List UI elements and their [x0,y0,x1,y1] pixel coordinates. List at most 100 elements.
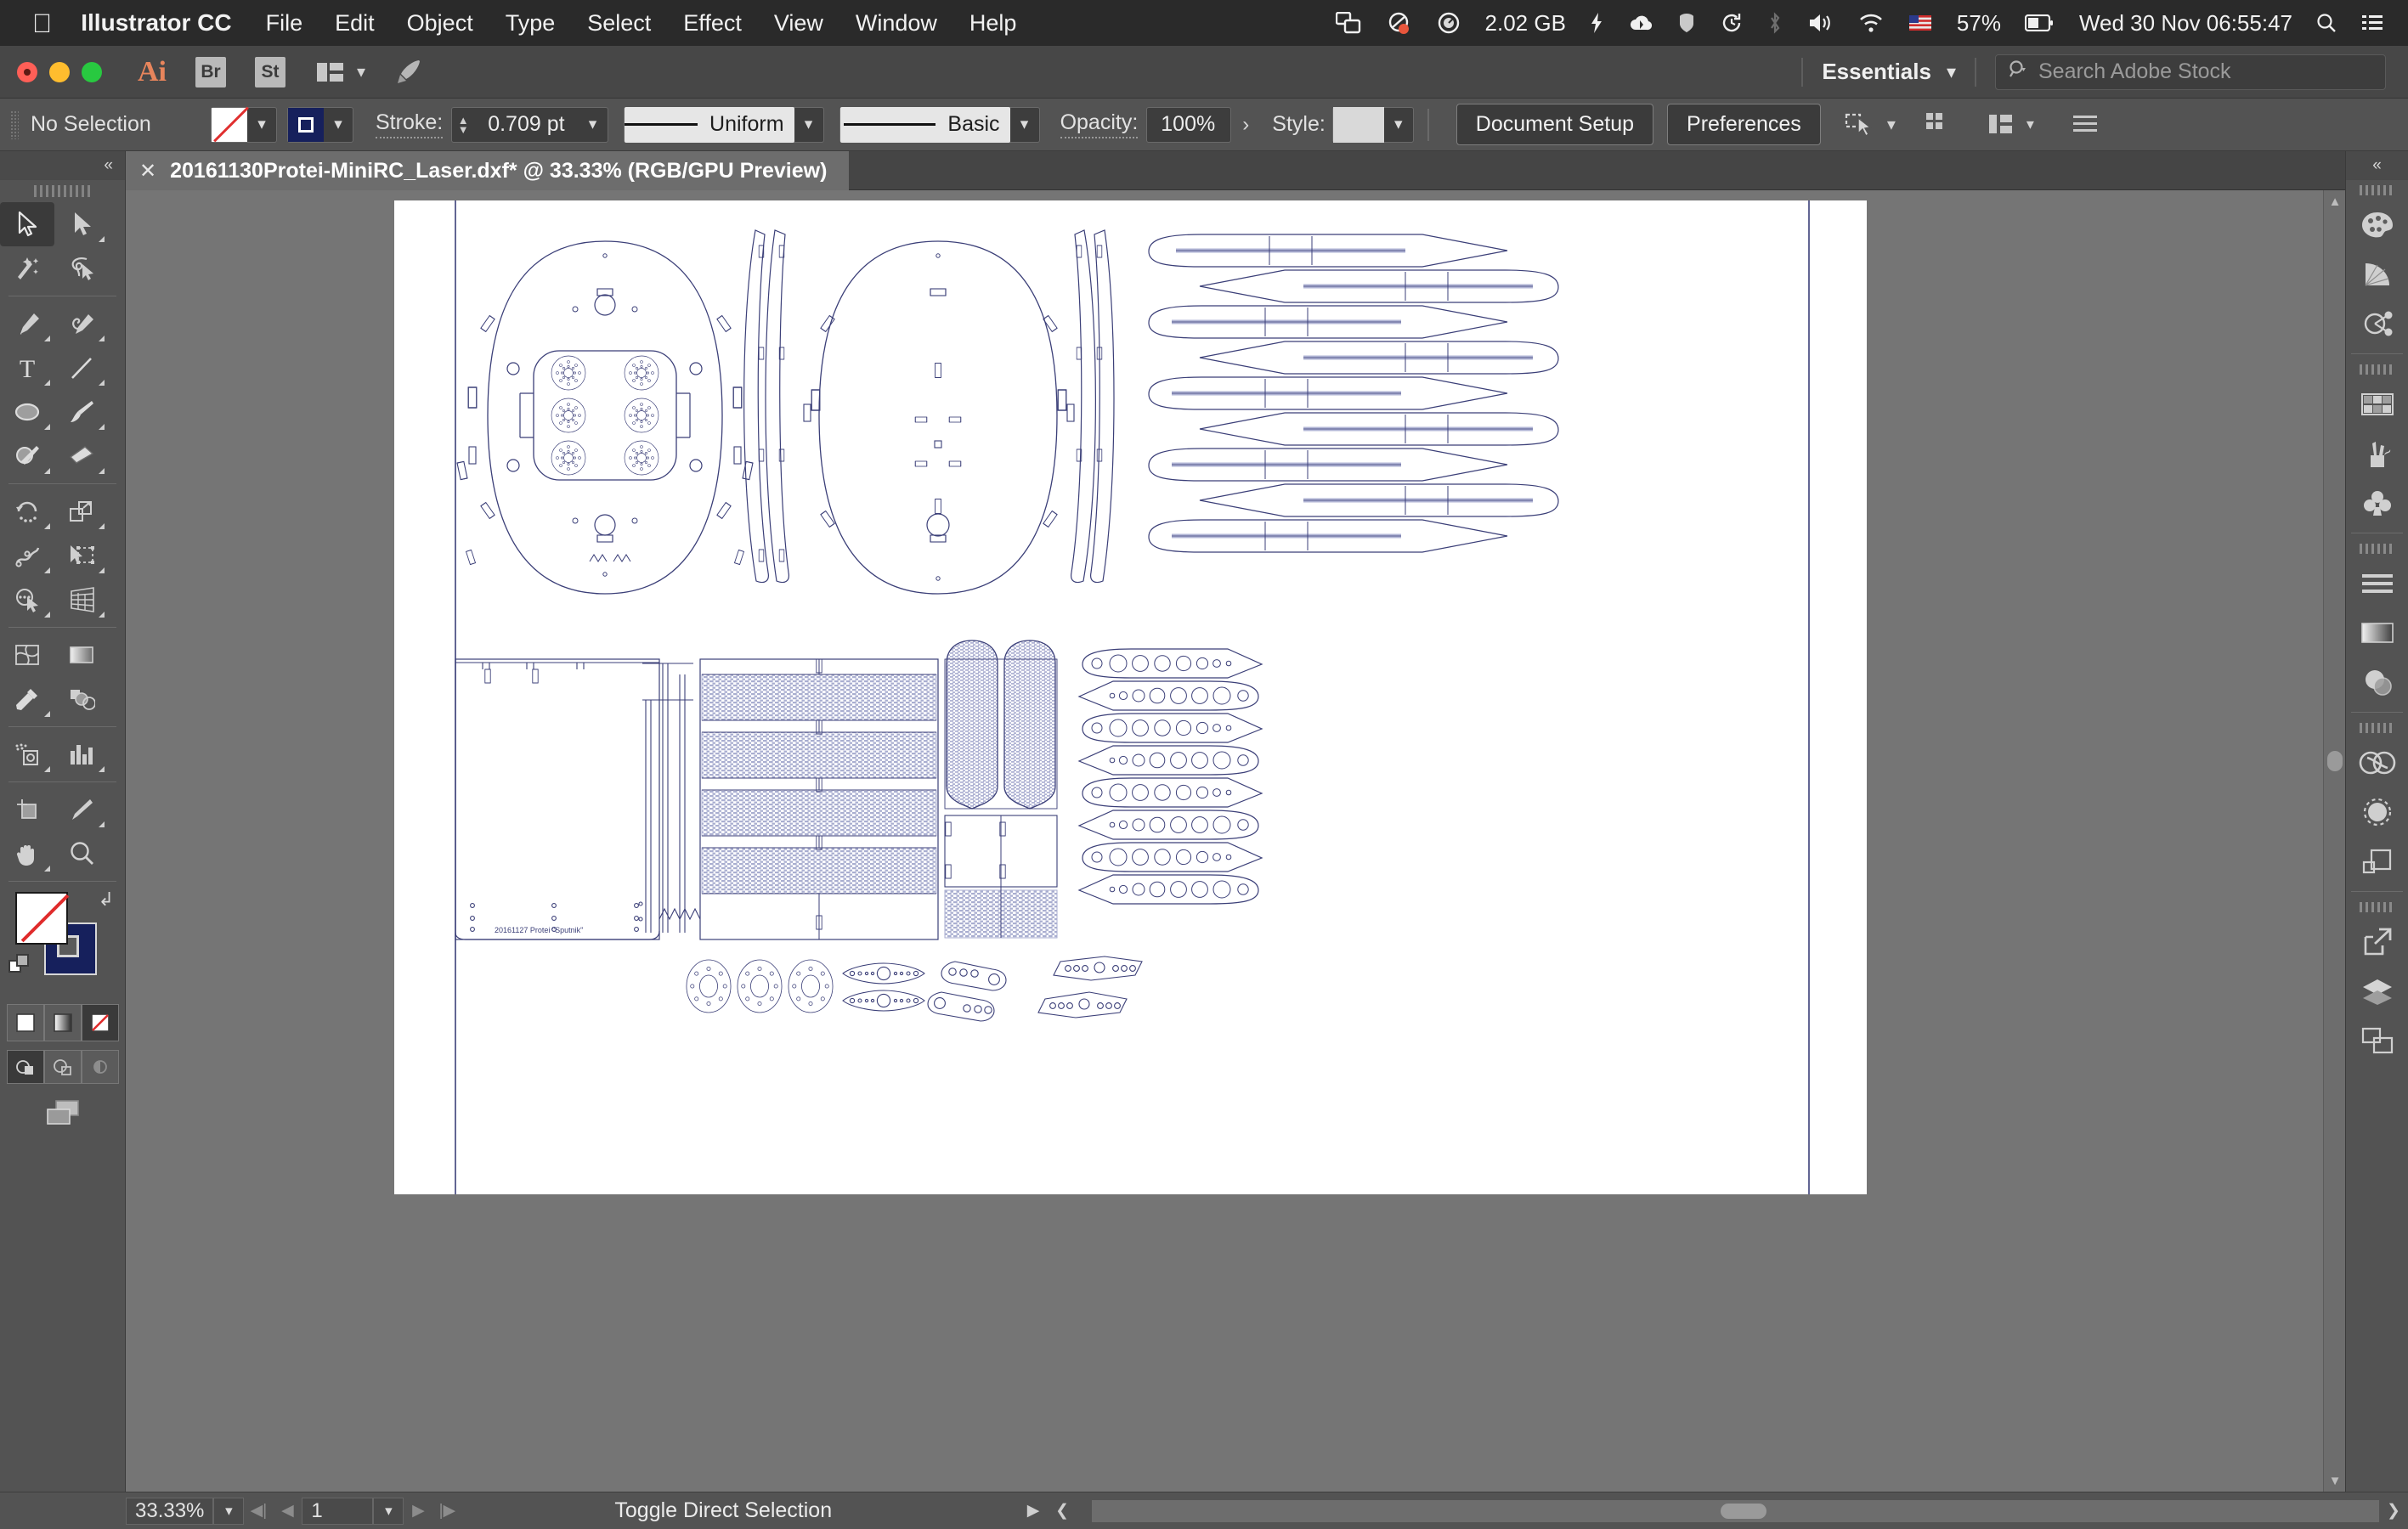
width-tool[interactable] [0,533,54,578]
bolt-icon[interactable] [1590,12,1603,34]
draw-behind-mode-button[interactable] [43,1050,82,1084]
notification-center-icon[interactable] [2362,14,2383,32]
artboard-number-field[interactable]: 1 [302,1497,374,1525]
transparency-panel-icon[interactable] [2346,657,2408,707]
draw-normal-mode-button[interactable] [6,1050,44,1084]
dock-group-grip-2[interactable] [2346,359,2408,380]
vertical-scrollbar[interactable]: ▲ ▼ [2323,190,2345,1492]
selection-tool[interactable] [0,202,54,246]
dock-group-grip-3[interactable] [2346,539,2408,559]
zoom-level-field[interactable]: 33.33% [126,1497,214,1525]
screen-share-icon[interactable] [1335,12,1361,34]
arrange-panel-chevron-icon[interactable]: ▾ [2026,116,2034,133]
rocket-icon[interactable] [394,58,423,87]
links-panel-icon[interactable] [2346,917,2408,967]
first-artboard-icon[interactable]: ◀| [244,1498,273,1525]
document-setup-button[interactable]: Document Setup [1456,104,1654,145]
stroke-chevron-down-icon[interactable]: ▾ [324,107,353,143]
next-artboard-icon[interactable]: ▶ [404,1498,432,1525]
search-input[interactable]: Search Adobe Stock [1995,54,2386,90]
opacity-value[interactable]: 100% [1147,112,1230,137]
graphic-style-swatch[interactable] [1332,106,1384,143]
expand-panels-icon[interactable]: « [2372,156,2382,175]
symbols-library-icon[interactable] [2346,478,2408,528]
dock-header[interactable]: « [2346,151,2408,180]
layers-panel-icon[interactable] [2346,967,2408,1016]
tools-panel-header[interactable]: « [0,151,125,180]
brush-definition-control[interactable]: Basic ▾ [839,106,1040,143]
brush-definition-chevron-down-icon[interactable]: ▾ [1010,107,1039,143]
spotlight-search-icon[interactable] [2316,13,2337,33]
curvature-tool[interactable] [54,302,109,346]
scale-tool[interactable] [54,489,109,533]
menu-select[interactable]: Select [587,10,651,37]
menu-app-name[interactable]: Illustrator CC [81,9,231,37]
time-machine-icon[interactable] [1721,12,1743,34]
artboard-artwork[interactable]: 20161127 Protei "Sputnik" [394,200,1867,1194]
workspace-chevron-down-icon[interactable]: ▾ [1947,61,1956,83]
stroke-weight-label[interactable]: Stroke: [376,110,444,138]
perspective-grid-tool[interactable] [54,578,109,622]
slice-tool[interactable] [54,787,109,832]
shaper-tool[interactable] [0,434,54,478]
align-panel-icon[interactable] [2346,559,2408,608]
flag-us-icon[interactable] [1908,15,1931,31]
volume-icon[interactable] [1807,12,1833,34]
panel-menu-icon[interactable] [2072,115,2097,134]
menu-type[interactable]: Type [506,10,556,37]
change-screen-mode-icon[interactable] [42,1097,83,1132]
color-swatch-mode-button[interactable] [6,1004,44,1041]
pen-tool[interactable] [0,302,54,346]
blend-tool[interactable] [54,677,109,721]
menubar-clock[interactable]: Wed 30 Nov 06:55:47 [2079,10,2292,37]
gradient-tool[interactable] [54,633,109,677]
stroke-profile-control[interactable]: Uniform ▾ [623,106,824,143]
dock-group-grip-1[interactable] [2346,180,2408,200]
stroke-color-control[interactable]: ▾ [287,106,353,143]
direct-selection-tool[interactable] [54,202,109,246]
close-window-button[interactable] [17,61,37,82]
menu-object[interactable]: Object [407,10,473,37]
status-scroll-right-icon[interactable]: ❯ [2379,1498,2408,1525]
eraser-tool[interactable] [54,434,109,478]
brushes-panel-icon[interactable] [2346,429,2408,478]
ellipse-tool[interactable] [0,390,54,434]
opacity-label[interactable]: Opacity: [1060,110,1139,138]
tools-panel-grip[interactable] [0,180,125,202]
collapse-panel-icon[interactable]: « [104,156,113,175]
brush-definition-value-box[interactable]: Basic [839,106,1010,143]
magic-wand-tool[interactable] [0,246,54,291]
stroke-weight-stepper[interactable]: ▲ ▼ [452,115,474,135]
fill-swatch[interactable] [212,107,247,142]
creative-cloud-libraries-icon[interactable] [2346,738,2408,787]
menu-edit[interactable]: Edit [335,10,375,37]
lasso-tool[interactable] [54,246,109,291]
rotate-tool[interactable] [0,489,54,533]
apple-icon[interactable]:  [32,10,52,37]
battery-icon[interactable] [2024,14,2054,31]
wifi-icon[interactable] [1858,13,1884,33]
workspace-switcher[interactable]: Essentials [1822,59,1931,85]
color-guide-panel-icon[interactable] [2346,250,2408,299]
status-menu-icon[interactable]: ▶ [1019,1498,1048,1525]
line-segment-tool[interactable] [54,346,109,390]
menu-effect[interactable]: Effect [683,10,742,37]
gradient-panel-icon[interactable] [2346,608,2408,657]
hand-tool[interactable] [0,832,54,876]
style-chevron-down-icon[interactable]: ▾ [1384,107,1413,143]
status-resize-icon[interactable]: ❮ [1048,1498,1077,1525]
document-tab[interactable]: ✕ 20161130Protei-MiniRC_Laser.dxf* @ 33.… [126,151,850,190]
align-chevron-down-icon[interactable]: ▾ [1887,114,1896,135]
stroke-profile-chevron-down-icon[interactable]: ▾ [794,107,823,143]
none-mode-button[interactable] [81,1004,119,1041]
chevron-down-icon[interactable]: ▾ [357,61,365,82]
opacity-control[interactable]: 100% [1146,106,1232,143]
bluetooth-icon[interactable] [1768,12,1782,34]
stroke-weight-chevron-down-icon[interactable]: ▾ [579,107,608,143]
menu-window[interactable]: Window [856,10,937,37]
fill-proxy-swatch[interactable] [15,892,68,945]
type-tool[interactable]: T [0,346,54,390]
zoom-window-button[interactable] [82,61,102,82]
cloud-icon[interactable] [1629,13,1653,33]
arrange-documents-button[interactable]: ▾ [316,59,365,85]
